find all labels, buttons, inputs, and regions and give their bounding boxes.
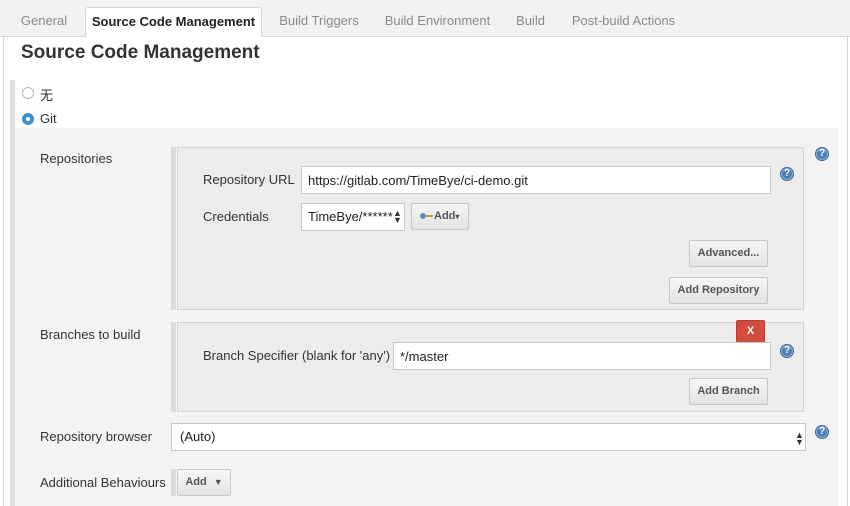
scm-git-radio[interactable] xyxy=(22,113,34,125)
branch-specifier-label: Branch Specifier (blank for 'any') xyxy=(203,348,391,363)
branches-label: Branches to build xyxy=(40,327,141,342)
add-repository-button[interactable]: Add Repository xyxy=(669,277,768,304)
add-credentials-label: Add xyxy=(434,210,456,222)
credentials-select[interactable]: TimeBye/****** xyxy=(301,203,405,231)
select-arrows-icon: ▲ ▼ xyxy=(393,208,402,225)
tab-build-triggers[interactable]: Build Triggers xyxy=(270,7,368,37)
repository-browser-select[interactable]: (Auto) xyxy=(171,423,806,451)
git-config-top xyxy=(36,128,838,138)
branch-specifier-input[interactable] xyxy=(393,342,771,370)
add-behaviour-button[interactable]: Add ▼ xyxy=(177,469,231,496)
tab-general[interactable]: General xyxy=(10,7,78,37)
credentials-select-value: TimeBye/****** xyxy=(308,209,393,224)
repository-browser-value: (Auto) xyxy=(180,429,216,444)
add-credentials-button[interactable]: Add▾ xyxy=(411,203,469,230)
scm-none-radio[interactable] xyxy=(22,87,34,99)
repositories-help-icon[interactable]: ? xyxy=(815,147,829,161)
repository-url-label: Repository URL xyxy=(203,172,295,187)
branches-panel-bar xyxy=(171,322,176,412)
additional-behaviours-label: Additional Behaviours xyxy=(40,475,166,490)
tab-bar: General Source Code Management Build Tri… xyxy=(0,0,850,38)
add-branch-button[interactable]: Add Branch xyxy=(689,378,768,405)
delete-branch-button[interactable]: X xyxy=(736,320,765,343)
add-behaviour-label: Add xyxy=(185,476,207,488)
tab-build[interactable]: Build xyxy=(508,7,553,37)
select-arrows-icon: ▲ ▼ xyxy=(795,430,804,447)
credentials-label: Credentials xyxy=(203,209,269,224)
scm-none-label: 无 xyxy=(40,88,54,103)
repositories-label: Repositories xyxy=(40,151,113,166)
advanced-button[interactable]: Advanced... xyxy=(689,240,768,267)
repository-browser-help-icon[interactable]: ? xyxy=(815,425,829,439)
tab-source-code-management[interactable]: Source Code Management xyxy=(85,7,262,38)
repositories-panel-bar xyxy=(171,147,176,310)
dropdown-caret-icon: ▼ xyxy=(213,477,223,487)
behaviours-panel-bar xyxy=(171,469,176,496)
tab-build-environment[interactable]: Build Environment xyxy=(375,7,500,37)
section-title: Source Code Management xyxy=(21,42,260,63)
branch-specifier-help-icon[interactable]: ? xyxy=(780,344,794,358)
repository-url-input[interactable] xyxy=(301,166,771,194)
key-icon xyxy=(420,212,434,220)
repository-browser-label: Repository browser xyxy=(40,429,152,444)
scm-git-label: Git xyxy=(40,111,57,126)
add-caret-icon: ▾ xyxy=(455,212,460,221)
repository-url-help-icon[interactable]: ? xyxy=(780,167,794,181)
tab-post-build-actions[interactable]: Post-build Actions xyxy=(561,7,686,37)
